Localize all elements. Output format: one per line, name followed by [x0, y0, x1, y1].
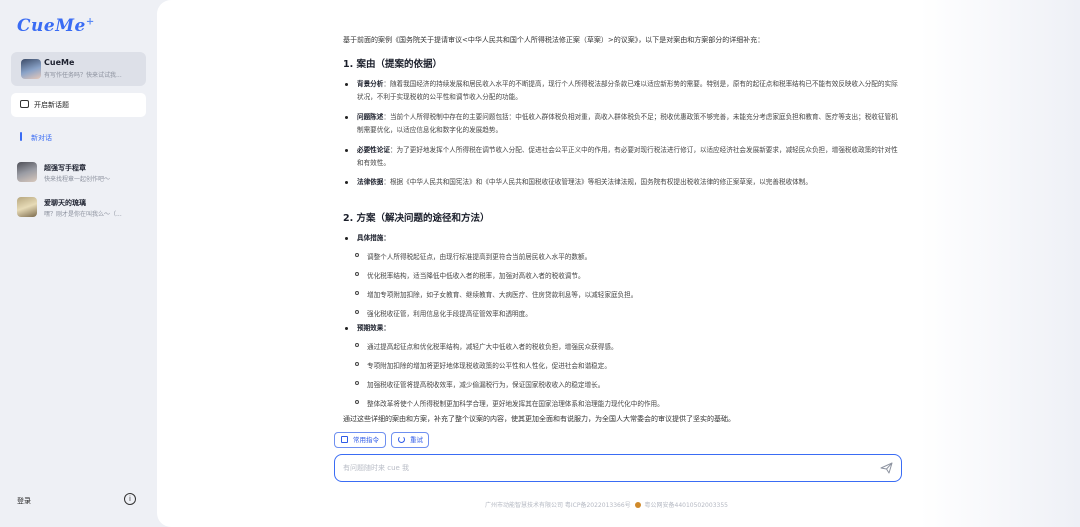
refresh-icon: [398, 436, 405, 443]
list-item: 具体措施：: [345, 232, 898, 245]
history-title: 超强写手程章: [44, 164, 86, 172]
list-item: 背景分析：随着我国经济的持续发展和居民收入水平的不断提高，现行个人所得税法部分条…: [345, 78, 898, 104]
history-subtitle: 嘿？刚才是你在叫我么～（...: [44, 211, 122, 218]
answer-intro: 基于前面的案例《国务院关于提请审议<中华人民共和国个人所得税法修正案（草案）>的…: [343, 36, 765, 44]
history-item[interactable]: 超强写手程章 快来找程章一起创作吧～: [11, 158, 151, 188]
message-input[interactable]: [343, 461, 863, 475]
sub-list-item: 强化税收征管，利用信息化手段提高征管效率和透明度。: [355, 308, 895, 318]
agent-subtitle: 有写作任务吗？快来试试我...: [44, 72, 122, 79]
info-icon[interactable]: i: [124, 493, 136, 505]
common-commands-button[interactable]: 常用指令: [334, 432, 386, 448]
avatar: [17, 197, 37, 217]
agent-avatar: [21, 59, 41, 79]
list-item: 问题陈述：当前个人所得税制中存在的主要问题包括：中低收入群体税负相对重，高收入群…: [345, 111, 898, 137]
icp-record[interactable]: 广州市动能智慧技术有限公司 粤ICP备2022013366号: [485, 502, 631, 509]
new-chat-button[interactable]: 开启新话题: [11, 93, 146, 117]
main-panel: 基于前面的案例《国务院关于提请审议<中华人民共和国个人所得税法修正案（草案）>的…: [157, 0, 1080, 527]
bullet-dot: [345, 83, 348, 86]
list-item: 法律依据：根据《中华人民共和国宪法》和《中华人民共和国税收征收管理法》等相关法律…: [345, 176, 898, 189]
sub-list-item: 专项附加扣除的增加将更好地体现税收政策的公平性和人性化，促进社会和谐稳定。: [355, 360, 895, 370]
avatar: [17, 162, 37, 182]
sub-list-item: 加强税收征管将提高税收效率，减少偷漏税行为，保证国家税收收入的稳定增长。: [355, 379, 895, 389]
sub-list-item: 增加专项附加扣除，如子女教育、继续教育、大病医疗、住房贷款利息等，以减轻家庭负担…: [355, 289, 895, 299]
police-record[interactable]: 粤公网安备44010502003355: [645, 502, 728, 509]
agent-name: CueMe: [44, 58, 75, 67]
section-heading: 2. 方案（解决问题的途径和方法）: [343, 213, 490, 224]
login-link[interactable]: 登录: [17, 496, 31, 506]
answer-summary: 通过这些详细的案由和方案，补充了整个议案的内容，使其更加全面和有说服力，为全国人…: [343, 415, 735, 423]
new-chat-icon: [20, 100, 29, 108]
list-item: 必要性论证：为了更好地发挥个人所得税在调节收入分配、促进社会公平正义中的作用，有…: [345, 144, 898, 170]
history-title: 爱聊天的琉璃: [44, 199, 86, 207]
commands-icon: [341, 436, 348, 443]
send-icon[interactable]: [880, 462, 893, 474]
police-badge-icon: [634, 502, 641, 508]
bullet-dot: [345, 181, 348, 184]
list-item: 预期效果：: [345, 322, 898, 335]
sidebar: CueMe+ CueMe 有写作任务吗？快来试试我... 开启新话题 新对话 超…: [0, 0, 157, 527]
new-chat-label: 开启新话题: [34, 101, 69, 109]
message-composer[interactable]: [334, 454, 902, 482]
bullet-dot: [345, 237, 348, 240]
bullet-dot: [345, 149, 348, 152]
section-title-new-chat[interactable]: 新对话: [31, 133, 52, 143]
sub-list-item: 优化税率结构，适当降低中低收入者的税率，加强对高收入者的税收调节。: [355, 270, 895, 280]
sub-list-item: 调整个人所得税起征点，由现行标准提高到更符合当前居民收入水平的数额。: [355, 251, 895, 261]
bullet-dot: [345, 327, 348, 330]
app-logo[interactable]: CueMe+: [17, 16, 95, 36]
section-heading: 1. 案由（提案的依据）: [343, 59, 443, 70]
retry-button[interactable]: 重试: [391, 432, 429, 448]
section-indicator: [20, 132, 22, 141]
bullet-dot: [345, 116, 348, 119]
history-item[interactable]: 爱聊天的琉璃 嘿？刚才是你在叫我么～（...: [11, 193, 151, 223]
sub-list-item: 整体改革将使个人所得税制更加科学合理，更好地发挥其在国家治理体系和治理能力现代化…: [355, 398, 895, 408]
assistant-answer: 基于前面的案例《国务院关于提请审议<中华人民共和国个人所得税法修正案（草案）>的…: [334, 18, 902, 426]
history-subtitle: 快来找程章一起创作吧～: [44, 176, 111, 183]
agent-card-cueme[interactable]: CueMe 有写作任务吗？快来试试我...: [11, 52, 146, 86]
sub-list-item: 通过提高起征点和优化税率结构，减轻广大中低收入者的税收负担，增强民众获得感。: [355, 341, 895, 351]
footer: 广州市动能智慧技术有限公司 粤ICP备2022013366号 粤公网安备4401…: [485, 500, 728, 509]
